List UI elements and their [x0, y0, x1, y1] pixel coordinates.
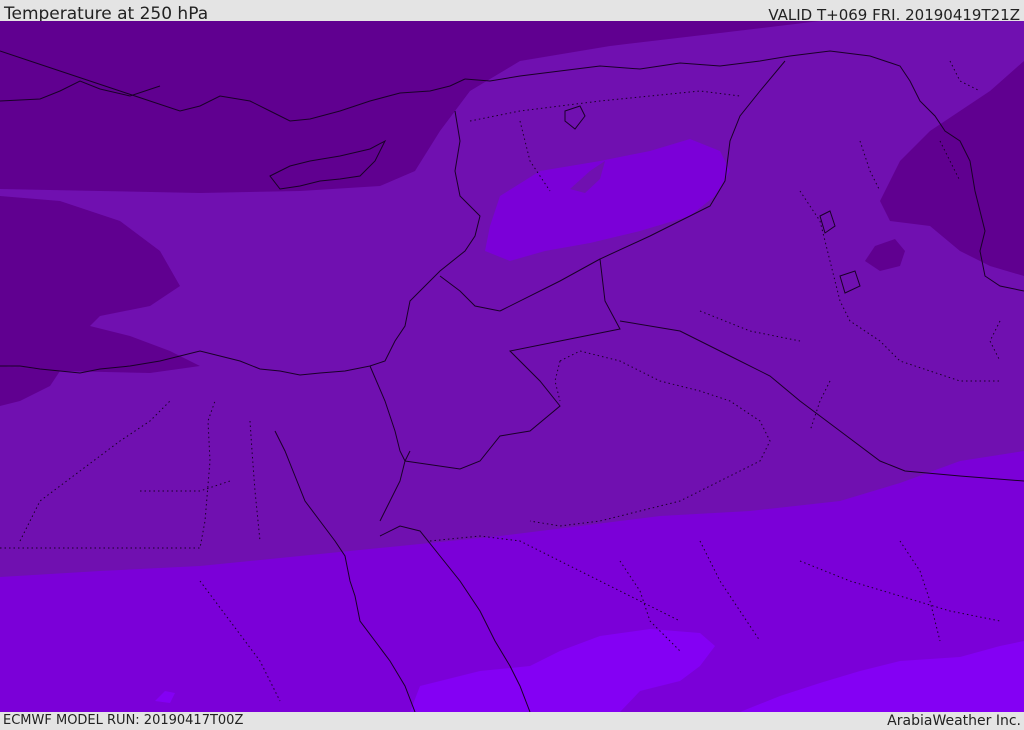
model-run: ECMWF MODEL RUN: 20190417T00Z	[3, 713, 244, 728]
temperature-map-canvas	[0, 21, 1024, 712]
footer-bar: ECMWF MODEL RUN: 20190417T00Z ArabiaWeat…	[0, 712, 1024, 729]
weather-map[interactable]	[0, 21, 1024, 712]
header-bar: Temperature at 250 hPa VALID T+069 FRI. …	[0, 0, 1024, 24]
credit: ArabiaWeather Inc.	[887, 713, 1021, 729]
